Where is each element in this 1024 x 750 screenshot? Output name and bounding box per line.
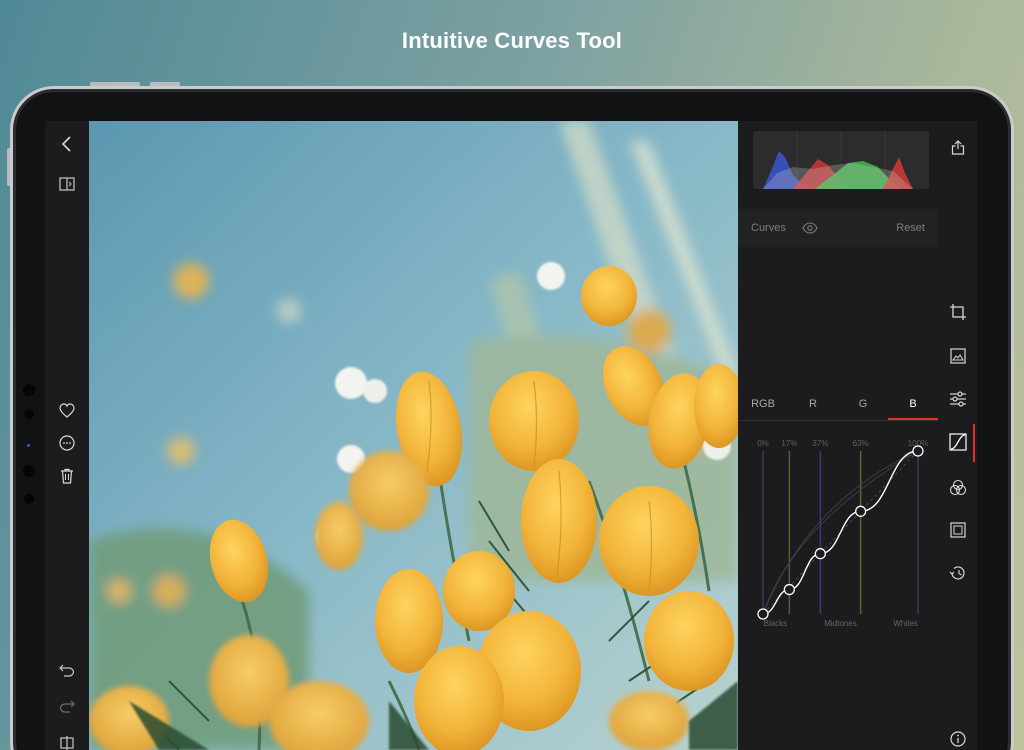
curves-button[interactable]	[943, 427, 973, 457]
tab-rgb[interactable]: RGB	[738, 389, 788, 420]
info-icon	[950, 731, 966, 747]
trash-icon	[61, 468, 73, 484]
zone-label: Midtones	[824, 619, 856, 628]
curves-panel: Curves Reset RGB R G B 0% 17% 37% 63% 100% B…	[738, 121, 938, 750]
compare-button[interactable]	[52, 169, 82, 199]
sliders-button[interactable]	[943, 384, 973, 414]
chevron-left-icon	[61, 136, 71, 152]
curve-control-point[interactable]	[783, 583, 795, 596]
reset-button[interactable]: Reset	[896, 222, 925, 234]
history-icon	[949, 566, 965, 580]
frame-button[interactable]	[943, 515, 973, 545]
image-adjust-icon	[950, 348, 966, 364]
color-circles-icon	[949, 479, 967, 496]
left-toolbar	[45, 121, 89, 750]
curve-control-point[interactable]	[814, 548, 826, 560]
redo-icon	[59, 700, 75, 713]
app-screen: Curves Reset RGB R G B 0% 17% 37% 63% 100% B…	[45, 121, 977, 750]
back-button[interactable]	[52, 129, 82, 159]
ellipsis-icon	[59, 435, 75, 451]
histogram	[753, 131, 929, 189]
color-mixer-button[interactable]	[943, 473, 973, 503]
undo-button[interactable]	[52, 655, 82, 685]
percent-label: 63%	[853, 439, 869, 448]
histogram-graph	[763, 131, 913, 189]
curves-header: Curves Reset	[738, 209, 938, 247]
share-button[interactable]	[943, 132, 973, 162]
percent-label: 17%	[781, 439, 797, 448]
history-button[interactable]	[943, 558, 973, 588]
channel-tabs: RGB R G B	[738, 389, 938, 421]
curve-control-point[interactable]	[912, 445, 924, 457]
right-toolbar	[938, 121, 977, 750]
sensor-dot	[24, 494, 34, 504]
image-adjust-button[interactable]	[943, 341, 973, 371]
camera-dot	[23, 465, 35, 477]
split-view-icon	[60, 736, 74, 750]
sensor-dot	[27, 444, 30, 447]
frame-icon	[950, 522, 966, 538]
tab-b[interactable]: B	[888, 389, 938, 420]
crop-icon	[950, 304, 966, 320]
percent-label: 37%	[812, 439, 828, 448]
sensor-dot	[24, 409, 34, 419]
photo-canvas[interactable]	[89, 121, 738, 750]
curve-control-point[interactable]	[855, 505, 867, 517]
crop-button[interactable]	[943, 297, 973, 327]
curves-icon	[949, 433, 967, 451]
redo-button[interactable]	[52, 691, 82, 721]
curve-editor[interactable]: 0% 17% 37% 63% 100% Blacks Midtones Whites	[738, 421, 938, 641]
active-tool-indicator	[973, 424, 975, 462]
sliders-icon	[950, 391, 966, 407]
curves-title: Curves	[751, 222, 786, 234]
zone-label: Blacks	[764, 619, 788, 628]
curve-graph[interactable]: 0% 17% 37% 63% 100% Blacks Midtones Whites	[738, 421, 938, 641]
eye-icon[interactable]	[802, 222, 818, 234]
heart-icon	[59, 402, 75, 418]
camera-dot	[23, 384, 35, 396]
curve-control-point[interactable]	[757, 608, 769, 620]
info-button[interactable]	[943, 724, 973, 750]
promo-headline: Intuitive Curves Tool	[401, 28, 623, 53]
undo-icon	[59, 664, 75, 677]
delete-button[interactable]	[52, 461, 82, 491]
tab-r[interactable]: R	[788, 389, 838, 420]
photo-flowers-image	[89, 121, 738, 750]
tab-g[interactable]: G	[838, 389, 888, 420]
zone-label: Whites	[893, 619, 917, 628]
percent-label: 0%	[757, 439, 769, 448]
favorite-button[interactable]	[52, 395, 82, 425]
more-button[interactable]	[52, 428, 82, 458]
split-view-button[interactable]	[52, 728, 82, 750]
share-icon	[951, 140, 965, 155]
compare-icon	[59, 177, 75, 191]
